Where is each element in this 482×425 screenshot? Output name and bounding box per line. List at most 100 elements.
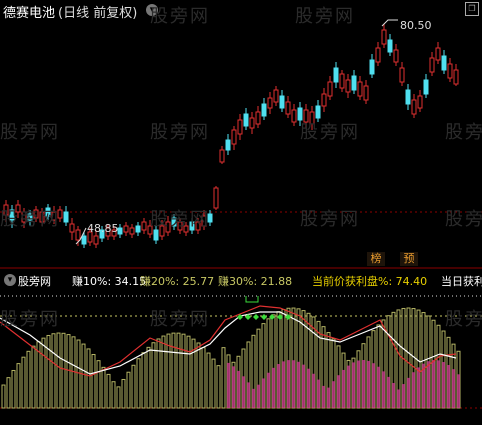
daily-profit-bar xyxy=(437,360,440,408)
daily-profit-bar xyxy=(257,384,260,408)
profit-bar xyxy=(211,358,216,409)
daily-profit-bar xyxy=(237,370,240,408)
candle-body xyxy=(63,211,69,223)
profit-bar xyxy=(1,384,6,409)
signal-marker xyxy=(253,314,259,320)
candle-body xyxy=(381,29,387,45)
profit-bar xyxy=(6,377,11,409)
watermark-text: 股旁网 xyxy=(150,122,210,143)
daily-profit-bar xyxy=(357,360,360,408)
period-label: (日线 前复权) xyxy=(58,6,138,21)
candle-body xyxy=(243,113,249,127)
profit-bar xyxy=(146,346,151,409)
daily-profit-bar xyxy=(372,363,375,408)
legend-current-profit: 当前价获利盘%: 74.40 xyxy=(312,275,428,288)
candle-body xyxy=(231,129,237,145)
daily-profit-bar xyxy=(242,376,245,408)
candle-body xyxy=(255,111,261,125)
candle-body xyxy=(321,93,327,107)
candle-body xyxy=(453,69,459,85)
candle-body xyxy=(411,99,417,115)
candle-body xyxy=(117,227,123,235)
signal-bracket xyxy=(245,296,259,303)
daily-profit-bar xyxy=(432,360,435,408)
profit-bar xyxy=(131,364,136,409)
watermark-text: 股旁网 xyxy=(300,122,360,143)
watermark-text: 股旁网 xyxy=(0,209,60,230)
profit-bar xyxy=(111,381,116,409)
profit-bar xyxy=(81,343,86,409)
profit-bar xyxy=(181,333,186,409)
daily-profit-bar xyxy=(307,368,310,408)
candle-body xyxy=(327,81,333,97)
candle-body xyxy=(429,57,435,73)
profit-bar xyxy=(196,342,201,409)
profit-bar xyxy=(156,338,161,409)
profit-bar xyxy=(171,332,176,409)
candle-body xyxy=(285,101,291,115)
daily-profit-bar xyxy=(317,379,320,408)
candle-body xyxy=(69,223,75,233)
profit-bar xyxy=(106,373,111,409)
rank-badge[interactable]: 榜 xyxy=(367,252,385,266)
daily-profit-bar xyxy=(342,369,345,408)
candle-body xyxy=(153,229,159,241)
candle-body xyxy=(423,79,429,95)
watermark-text: 股旁网 xyxy=(150,209,210,230)
candle-body xyxy=(249,117,255,129)
watermark-text: 股旁网 xyxy=(0,309,60,330)
watermark-text: 股旁网 xyxy=(445,209,482,230)
profit-bar xyxy=(186,335,191,409)
profit-bar xyxy=(151,342,156,409)
candle-body xyxy=(135,225,141,233)
candle-body xyxy=(93,235,99,245)
profit-bar xyxy=(206,352,211,409)
candle-body xyxy=(441,55,447,71)
daily-profit-bar xyxy=(232,366,235,408)
profit-bar xyxy=(11,369,16,409)
indicator-name: 股旁网 xyxy=(18,275,51,288)
daily-profit-bar xyxy=(387,376,390,408)
daily-profit-bar xyxy=(412,372,415,408)
profit-bar xyxy=(76,339,81,409)
daily-profit-bar xyxy=(362,360,365,408)
daily-profit-bar xyxy=(397,389,400,408)
daily-profit-bar xyxy=(447,364,450,408)
candle-body xyxy=(333,67,339,83)
daily-profit-bar xyxy=(297,361,300,408)
legend-profit10: 赚10%: 34.15 xyxy=(72,275,147,288)
watermark-text: 股旁网 xyxy=(0,122,60,143)
chevron-down-icon[interactable]: ▾ xyxy=(4,274,16,286)
profit-bar xyxy=(51,333,56,409)
forecast-badge[interactable]: 预 xyxy=(400,252,418,266)
candle-body xyxy=(219,149,225,163)
candle-body xyxy=(351,75,357,91)
candle-body xyxy=(405,89,411,105)
high-price-label: 80.50 xyxy=(400,19,432,32)
daily-profit-bar xyxy=(332,381,335,408)
profit-bar xyxy=(26,350,31,409)
profit-bar xyxy=(201,347,206,409)
profit-bar xyxy=(141,352,146,409)
candle-body xyxy=(273,89,279,103)
profit-bar xyxy=(21,356,26,409)
watermark-text: 股旁网 xyxy=(150,6,210,27)
candle-body xyxy=(291,109,297,123)
window-restore-icon[interactable]: ❐ xyxy=(465,2,479,16)
daily-profit-bar xyxy=(312,373,315,408)
stock-chart-window: 德赛电池 (日线 前复权) ▾ ❐ 榜 预 股旁网 ▾ 赚10%: 34.15 … xyxy=(0,0,482,425)
candle-body xyxy=(75,229,81,241)
daily-profit-bar xyxy=(392,383,395,408)
watermark-text: 股旁网 xyxy=(150,309,210,330)
daily-profit-bar xyxy=(417,367,420,408)
daily-profit-bar xyxy=(377,366,380,408)
daily-profit-bar xyxy=(442,362,445,408)
daily-profit-bar xyxy=(247,382,250,408)
profit-bar xyxy=(126,371,131,409)
profit-bar xyxy=(136,358,141,409)
daily-profit-bar xyxy=(292,360,295,408)
profit-bar xyxy=(16,363,21,409)
daily-profit-bar xyxy=(322,385,325,408)
daily-profit-bar xyxy=(402,384,405,408)
daily-profit-bar xyxy=(457,374,460,408)
